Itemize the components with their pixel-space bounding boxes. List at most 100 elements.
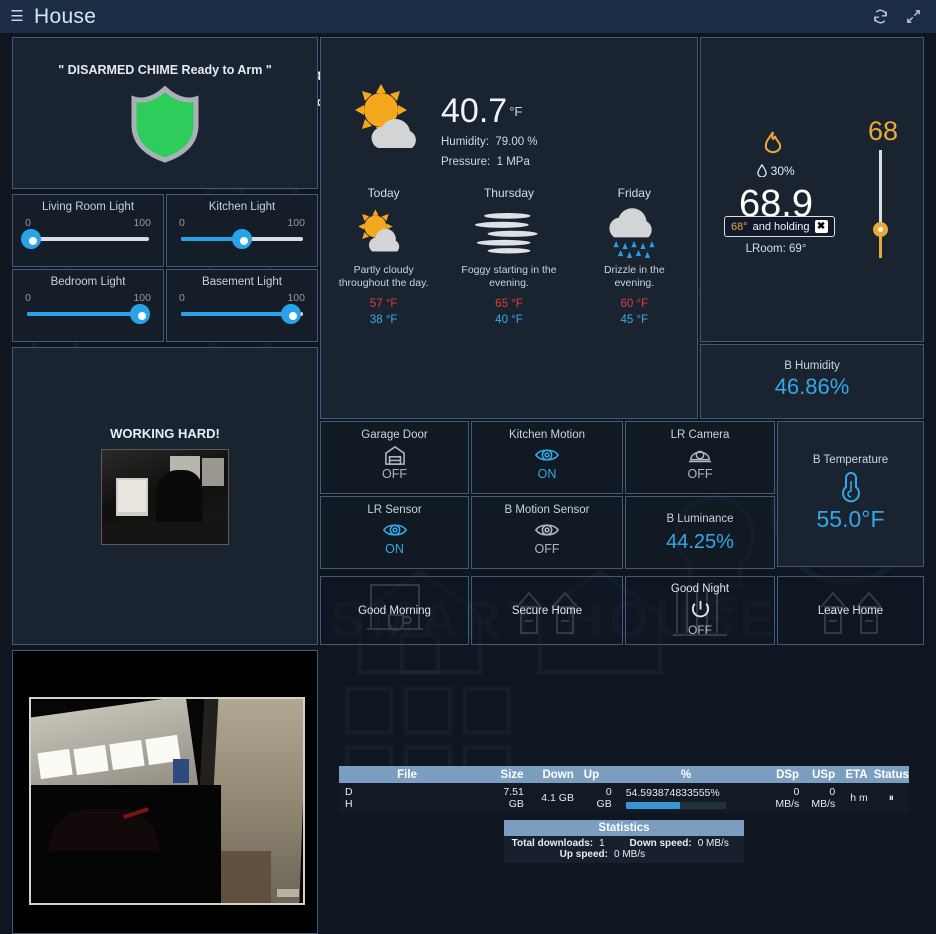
device-label: LR Sensor	[367, 504, 422, 516]
camera-icon	[626, 444, 774, 466]
scene-state: OFF	[688, 623, 712, 637]
column-header-eta[interactable]: ETA	[841, 769, 874, 781]
light-slider[interactable]	[20, 229, 149, 249]
scene-button-secure-home[interactable]: Secure Home	[471, 576, 623, 645]
cell-down: 4.1 GB	[541, 792, 574, 804]
column-header-up[interactable]: Up	[580, 769, 618, 781]
light-card-kitchen[interactable]: Kitchen Light 0 100	[166, 194, 318, 267]
device-tile-garage-door[interactable]: Garage Door OFF	[320, 421, 469, 494]
light-label: Basement Light	[202, 276, 282, 288]
forecast-low: 38 °F	[369, 314, 398, 327]
device-state: OFF	[687, 467, 713, 481]
temperature-unit: °F	[509, 103, 523, 119]
device-tile-b-motion-sensor[interactable]: B Motion Sensor OFF	[471, 496, 623, 569]
down-speed-value: 0 MB/s	[697, 838, 729, 849]
b-temperature-card: B Temperature 55.0°F	[777, 421, 924, 567]
forecast-description: Drizzle in the evening.	[603, 264, 665, 290]
scene-label: Leave Home	[817, 605, 884, 617]
cell-status[interactable]: ⏸	[874, 792, 909, 805]
device-label: B Motion Sensor	[504, 504, 590, 516]
forecast-high: 57 °F	[369, 298, 398, 311]
b-humidity-card: B Humidity 46.86%	[700, 344, 924, 419]
thermostat-room-reading: LRoom: 69°	[745, 243, 807, 255]
column-header-size[interactable]: Size	[481, 769, 529, 781]
garage-camera-panel	[12, 650, 318, 934]
scene-label: Good Night	[670, 583, 730, 595]
thermostat-panel: 30% 68.9 68° and holding ✖ LRoom: 69° 68	[700, 37, 924, 342]
pressure-label: Pressure:	[441, 156, 491, 168]
slider-min: 0	[25, 292, 31, 304]
down-speed-label: Down speed:	[629, 838, 692, 849]
thermostat-setpoint-slider[interactable]	[873, 150, 888, 258]
column-header-file[interactable]: File	[339, 769, 481, 781]
partly-cloudy-icon	[321, 206, 446, 258]
desk-camera-snapshot[interactable]	[101, 449, 229, 545]
device-state: ON	[537, 467, 557, 481]
statistics-title: Statistics	[504, 820, 744, 836]
hamburger-icon[interactable]: ☰	[0, 9, 34, 24]
cell-file: DH	[345, 785, 353, 810]
motion-eye-icon	[472, 519, 622, 541]
working-hard-title: WORKING HARD!	[110, 426, 220, 441]
expand-icon[interactable]	[905, 8, 922, 25]
cell-up: 0 GB	[596, 785, 612, 810]
up-speed-label: Up speed:	[559, 849, 608, 860]
forecast-day-name: Friday	[617, 186, 651, 200]
b-luminance-value: 44.25%	[666, 531, 734, 553]
device-tile-b-luminance[interactable]: B Luminance 44.25%	[625, 496, 775, 569]
light-slider[interactable]	[181, 304, 303, 324]
power-icon[interactable]	[626, 599, 774, 620]
scene-button-leave-home[interactable]: Leave Home	[777, 576, 924, 645]
column-header-status[interactable]: Status	[874, 769, 909, 781]
header-actions	[872, 8, 936, 25]
garage-icon	[321, 444, 468, 466]
scene-button-good-morning[interactable]: Good Morning	[320, 576, 469, 645]
total-downloads-label: Total downloads:	[511, 838, 594, 849]
light-label: Living Room Light	[41, 201, 135, 213]
column-header-usp[interactable]: USp	[805, 769, 841, 781]
column-header-percent[interactable]: %	[618, 769, 760, 781]
total-downloads-value: 1	[599, 838, 605, 849]
table-row[interactable]: DH 7.51 GB 4.1 GB 0 GB 54.593874833555% 0M…	[339, 783, 909, 813]
close-icon[interactable]: ✖	[814, 220, 828, 233]
thermometer-icon	[778, 470, 923, 504]
motion-eye-icon	[472, 444, 622, 466]
scene-button-good-night[interactable]: Good Night OFF	[625, 576, 775, 645]
light-slider[interactable]	[27, 304, 151, 324]
cell-eta: h m	[850, 792, 868, 804]
droplet-icon	[757, 163, 768, 178]
cell-dsp: 0 MB/s	[775, 785, 800, 810]
device-tile-lr-camera[interactable]: LR Camera OFF	[625, 421, 775, 494]
forecast-day-friday: Friday Drizzle in the evening. 60 °F 45 …	[572, 186, 697, 326]
column-header-dsp[interactable]: DSp	[760, 769, 805, 781]
device-tile-lr-sensor[interactable]: LR Sensor ON	[320, 496, 469, 569]
forecast-high: 65 °F	[495, 298, 523, 311]
working-hard-panel: WORKING HARD!	[12, 347, 318, 645]
table-header-row: File Size Down Up % DSp USp ETA Status	[339, 766, 909, 783]
forecast-high: 60 °F	[620, 298, 649, 311]
slider-min: 0	[25, 217, 31, 229]
slider-min: 0	[179, 292, 185, 304]
device-state: OFF	[534, 542, 560, 556]
b-temperature-label: B Temperature	[812, 454, 889, 466]
light-card-bedroom[interactable]: Bedroom Light 0 100	[12, 269, 164, 342]
b-luminance-label: B Luminance	[666, 513, 734, 525]
light-slider[interactable]	[181, 229, 303, 249]
refresh-icon[interactable]	[872, 8, 889, 25]
security-status-text: " DISARMED CHIME Ready to Arm "	[58, 63, 272, 77]
device-tile-kitchen-motion[interactable]: Kitchen Motion ON	[471, 421, 623, 494]
b-humidity-value: 46.86%	[774, 374, 850, 399]
fog-icon	[446, 206, 571, 258]
flame-icon[interactable]	[761, 130, 785, 163]
b-humidity-label: B Humidity	[784, 360, 840, 372]
security-panel: " DISARMED CHIME Ready to Arm "	[12, 37, 318, 189]
light-card-basement[interactable]: Basement Light 0 100	[166, 269, 318, 342]
slider-max: 100	[133, 217, 151, 229]
column-header-down[interactable]: Down	[530, 769, 580, 781]
garage-camera-feed[interactable]	[29, 697, 305, 905]
slider-min: 0	[179, 217, 185, 229]
light-card-living-room[interactable]: Living Room Light 0 100	[12, 194, 164, 267]
percent-text: 54.593874833555%	[625, 787, 720, 799]
thermostat-slider-knob[interactable]	[873, 222, 888, 237]
shield-icon[interactable]	[13, 85, 317, 163]
